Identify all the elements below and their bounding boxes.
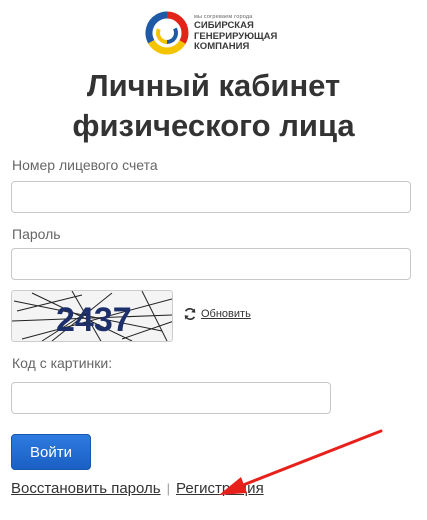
refresh-label: Обновить — [201, 308, 251, 320]
logo-text: мы согреваем города Сибирская Генерирующ… — [194, 14, 277, 53]
login-button[interactable]: Войти — [11, 434, 91, 470]
account-number-label: Номер лицевого счета — [12, 157, 158, 173]
captcha-noise: 2437 — [12, 291, 172, 341]
account-number-input[interactable] — [11, 181, 411, 213]
password-input[interactable] — [11, 248, 411, 280]
captcha-image: 2437 — [11, 290, 173, 342]
logo-mark-icon — [145, 11, 189, 55]
register-link[interactable]: Регистрация — [176, 480, 264, 497]
captcha-text: 2437 — [56, 301, 132, 339]
company-logo: мы согреваем города Сибирская Генерирующ… — [144, 8, 294, 60]
password-label: Пароль — [12, 226, 61, 242]
logo-name-line3: Компания — [194, 41, 250, 52]
auth-links: Восстановить пароль | Регистрация — [11, 480, 264, 497]
page-title-line2: физического лица — [72, 108, 355, 143]
refresh-captcha-button[interactable]: Обновить — [183, 307, 251, 321]
captcha-code-input[interactable] — [11, 382, 331, 414]
restore-password-link[interactable]: Восстановить пароль — [11, 480, 161, 497]
refresh-icon — [184, 308, 196, 320]
page-title: Личный кабинет физического лица — [0, 66, 427, 146]
logo-name-line1: Сибирская — [194, 20, 254, 31]
link-separator: | — [166, 481, 170, 496]
captcha-code-label: Код с картинки: — [12, 355, 113, 371]
page-title-line1: Личный кабинет — [86, 68, 341, 103]
